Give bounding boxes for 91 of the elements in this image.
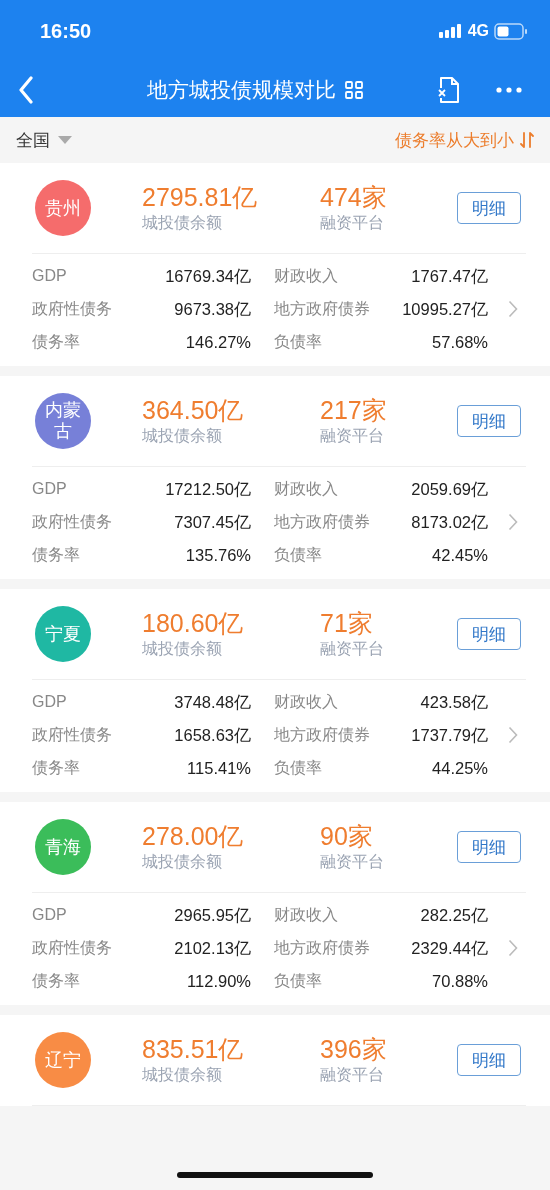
bond-balance-label: 城投债余额 [142, 213, 223, 233]
stat-value: 423.58亿 [419, 692, 488, 713]
stat-value: 1767.47亿 [410, 266, 488, 287]
grid-icon[interactable] [343, 79, 364, 100]
stat-value: 44.25% [431, 758, 488, 779]
detail-button[interactable]: 明细 [457, 618, 521, 650]
bond-balance: 180.60亿 [142, 608, 245, 638]
stat-value: 112.90% [186, 971, 251, 992]
stat-value: 3748.48亿 [173, 692, 251, 713]
stat-label: 地方政府债券 [273, 725, 371, 745]
stat-label: 财政收入 [273, 905, 339, 925]
stat-value: 135.76% [184, 545, 251, 566]
stat-value: 70.88% [431, 971, 488, 992]
platform-count-label: 融资平台 [320, 852, 385, 872]
stat-label: 政府性债务 [32, 299, 113, 319]
back-icon[interactable] [18, 75, 34, 104]
bond-balance-label: 城投债余额 [142, 639, 223, 659]
signal-icon [438, 23, 463, 39]
platform-count: 90家 [320, 821, 374, 851]
detail-button[interactable]: 明细 [457, 192, 521, 224]
stat-value: 2102.13亿 [173, 938, 251, 959]
stat-label: 财政收入 [273, 692, 339, 712]
region-avatar: 辽宁 [35, 1032, 91, 1088]
stat-value: 2329.44亿 [410, 938, 488, 959]
sort-button[interactable]: 债务率从大到小 [395, 128, 534, 152]
network-label: 4G [467, 22, 489, 40]
stat-label: 政府性债务 [32, 725, 113, 745]
stat-value: 2059.69亿 [410, 479, 488, 500]
bond-balance-label: 城投债余额 [142, 852, 223, 872]
platform-count: 396家 [320, 1034, 388, 1064]
stat-value: 17212.50亿 [164, 479, 251, 500]
stat-label: 地方政府债券 [273, 938, 371, 958]
battery-icon [494, 22, 528, 40]
stat-value: 282.25亿 [419, 905, 488, 926]
region-avatar: 内蒙古 [35, 393, 91, 449]
stat-label: 债务率 [32, 545, 81, 565]
stat-label: 债务率 [32, 758, 81, 778]
detail-button[interactable]: 明细 [457, 405, 521, 437]
detail-button[interactable]: 明细 [457, 1044, 521, 1076]
stat-label: 负债率 [273, 545, 323, 565]
excel-export-icon[interactable] [436, 75, 460, 104]
bond-balance-label: 城投债余额 [142, 1065, 223, 1085]
bond-balance: 835.51亿 [142, 1034, 245, 1064]
stat-label: GDP [32, 905, 68, 925]
sort-icon [520, 132, 534, 148]
stat-value: 2965.95亿 [173, 905, 251, 926]
stat-value: 146.27% [184, 332, 251, 353]
bond-balance-label: 城投债余额 [142, 426, 223, 446]
platform-count: 71家 [320, 608, 374, 638]
platform-count-label: 融资平台 [320, 213, 385, 233]
region-avatar: 贵州 [35, 180, 91, 236]
stat-label: GDP [32, 479, 68, 499]
page-title: 地方城投债规模对比 [146, 76, 336, 103]
platform-count-label: 融资平台 [320, 639, 385, 659]
stat-label: 地方政府债券 [273, 512, 371, 532]
stat-value: 57.68% [431, 332, 488, 353]
stat-value: 42.45% [431, 545, 488, 566]
stat-label: 债务率 [32, 971, 81, 991]
stat-label: GDP [32, 266, 68, 286]
caret-icon [58, 136, 72, 144]
more-icon[interactable] [496, 86, 522, 93]
stat-value: 9673.38亿 [173, 299, 251, 320]
stat-label: 债务率 [32, 332, 81, 352]
platform-count: 474家 [320, 182, 388, 212]
stat-label: 地方政府债券 [273, 299, 371, 319]
stat-label: GDP [32, 692, 68, 712]
platform-count-label: 融资平台 [320, 426, 385, 446]
stat-label: 政府性债务 [32, 512, 113, 532]
stat-label: 政府性债务 [32, 938, 113, 958]
stat-value: 115.41% [186, 758, 251, 779]
bond-balance: 278.00亿 [142, 821, 245, 851]
platform-count: 217家 [320, 395, 388, 425]
stat-label: 负债率 [273, 332, 323, 352]
region-dropdown[interactable]: 全国 [16, 128, 72, 152]
stat-value: 1658.63亿 [173, 725, 251, 746]
platform-count-label: 融资平台 [320, 1065, 385, 1085]
stat-value: 10995.27亿 [401, 299, 488, 320]
stat-label: 负债率 [273, 758, 323, 778]
stat-label: 负债率 [273, 971, 323, 991]
stat-value: 16769.34亿 [164, 266, 251, 287]
bond-balance: 2795.81亿 [142, 182, 259, 212]
bond-balance: 364.50亿 [142, 395, 245, 425]
region-avatar: 青海 [35, 819, 91, 875]
status-time: 16:50 [40, 19, 92, 43]
stat-value: 7307.45亿 [173, 512, 251, 533]
stat-label: 财政收入 [273, 479, 339, 499]
stat-label: 财政收入 [273, 266, 339, 286]
detail-button[interactable]: 明细 [457, 831, 521, 863]
region-avatar: 宁夏 [35, 606, 91, 662]
stat-value: 1737.79亿 [410, 725, 488, 746]
stat-value: 8173.02亿 [410, 512, 488, 533]
